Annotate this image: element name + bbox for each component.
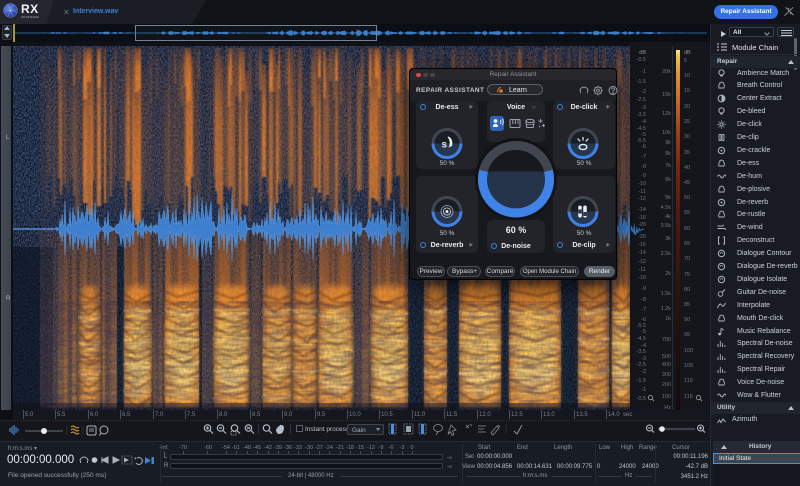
svg-text:s: s [442, 140, 448, 151]
